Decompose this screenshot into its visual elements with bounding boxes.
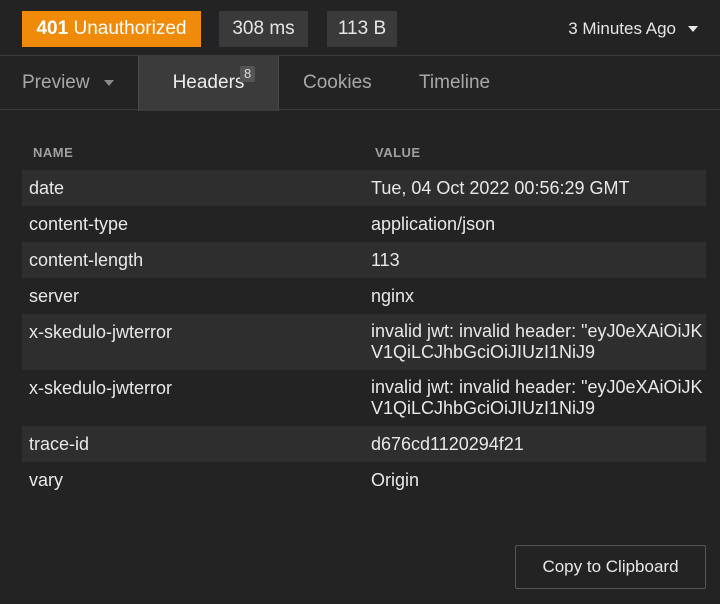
table-row: x-skedulo-jwterror invalid jwt: invalid … [22, 314, 706, 370]
history-timestamp: 3 Minutes Ago [568, 19, 676, 38]
table-row: content-type application/json [22, 206, 706, 242]
header-name: server [29, 286, 80, 306]
table-row: server nginx [22, 278, 706, 314]
header-value: d676cd1120294f21 [371, 434, 524, 454]
header-value: 113 [371, 250, 400, 270]
chevron-down-icon [103, 80, 114, 86]
header-name: vary [29, 470, 64, 490]
column-name-header: NAME [33, 145, 74, 160]
history-dropdown[interactable]: 3 Minutes Ago [568, 19, 698, 39]
response-size-badge: 113 B [327, 11, 397, 47]
header-name: x-skedulo-jwterror [29, 322, 173, 342]
status-code: 401 [36, 18, 69, 39]
table-header: NAME VALUE [22, 135, 706, 170]
status-badge: 401 Unauthorized [22, 11, 201, 47]
response-tabs: Preview Headers 8 Cookies Timeline [0, 56, 720, 111]
status-text: Unauthorized [73, 18, 187, 39]
header-value: nginx [371, 286, 415, 306]
header-value: Tue, 04 Oct 2022 00:56:29 GMT [371, 178, 630, 198]
tab-cookies[interactable]: Cookies [303, 56, 372, 110]
response-status-bar: 401 Unauthorized 308 ms 113 B 3 Minutes … [0, 0, 720, 56]
header-name: date [29, 178, 65, 198]
header-value: invalid jwt: invalid header: "eyJ0eXAiOi… [371, 377, 703, 418]
table-row: vary Origin [22, 462, 706, 498]
column-value-header: VALUE [375, 145, 421, 160]
header-value: invalid jwt: invalid header: "eyJ0eXAiOi… [371, 321, 703, 362]
headers-table: NAME VALUE date Tue, 04 Oct 2022 00:56:2… [22, 135, 706, 498]
table-row: date Tue, 04 Oct 2022 00:56:29 GMT [22, 170, 706, 206]
header-value: application/json [371, 214, 496, 234]
header-name: x-skedulo-jwterror [29, 378, 173, 398]
copy-to-clipboard-button[interactable]: Copy to Clipboard [515, 545, 706, 589]
tab-timeline[interactable]: Timeline [419, 56, 490, 110]
header-name: content-type [29, 214, 129, 234]
table-row: x-skedulo-jwterror invalid jwt: invalid … [22, 370, 706, 426]
tab-preview-label: Preview [22, 72, 90, 93]
header-name: trace-id [29, 434, 90, 454]
header-value: Origin [371, 470, 420, 490]
table-row: trace-id d676cd1120294f21 [22, 426, 706, 462]
tab-headers[interactable]: Headers 8 [138, 56, 279, 111]
tab-headers-label: Headers [172, 72, 245, 93]
table-body: date Tue, 04 Oct 2022 00:56:29 GMT conte… [22, 170, 706, 498]
header-name: content-length [29, 250, 144, 270]
response-time-badge: 308 ms [219, 11, 308, 47]
chevron-down-icon [688, 26, 698, 32]
headers-count-badge: 8 [240, 66, 256, 82]
table-row: content-length 113 [22, 242, 706, 278]
tab-preview[interactable]: Preview [22, 56, 114, 110]
